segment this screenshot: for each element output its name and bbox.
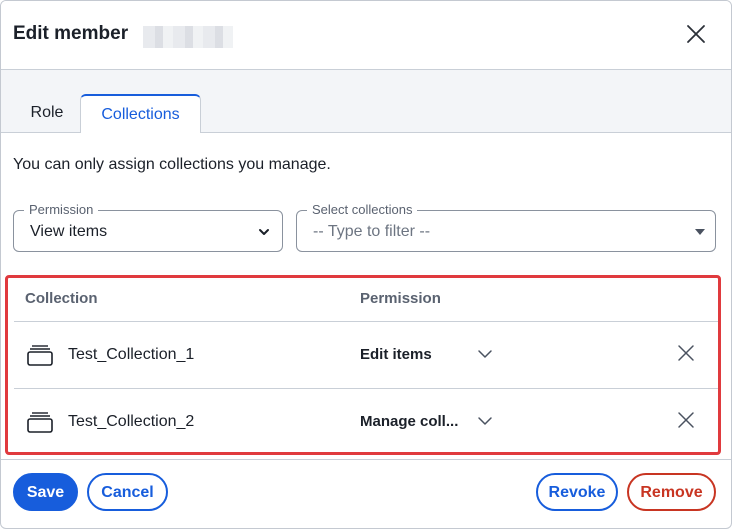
remove-collection-icon[interactable] bbox=[677, 344, 695, 362]
collection-permission[interactable]: Edit items bbox=[360, 346, 470, 363]
chevron-down-icon bbox=[259, 229, 269, 235]
revoke-button[interactable]: Revoke bbox=[536, 473, 618, 511]
remove-button[interactable]: Remove bbox=[627, 473, 716, 511]
footer-divider bbox=[1, 459, 731, 460]
caret-down-icon bbox=[695, 229, 705, 235]
tab-bar: Role Collections bbox=[1, 70, 731, 133]
dialog-header: Edit member bbox=[1, 1, 731, 70]
dialog-title: Edit member bbox=[13, 23, 129, 44]
collection-permission[interactable]: Manage coll... bbox=[360, 413, 470, 430]
select-collections-placeholder: -- Type to filter -- bbox=[313, 223, 431, 240]
column-header-collection: Collection bbox=[25, 290, 98, 307]
table-row: Test_Collection_2 Manage coll... bbox=[14, 388, 718, 455]
collection-name: Test_Collection_2 bbox=[68, 413, 195, 430]
edit-member-dialog: Edit member Role Collections You can onl… bbox=[0, 0, 732, 529]
select-collections-input[interactable]: Select collections -- Type to filter -- bbox=[296, 202, 716, 252]
chevron-down-icon[interactable] bbox=[477, 415, 493, 427]
table-row: Test_Collection_1 Edit items bbox=[14, 321, 718, 388]
save-button[interactable]: Save bbox=[13, 473, 78, 511]
chevron-down-icon[interactable] bbox=[477, 348, 493, 360]
tab-role[interactable]: Role bbox=[17, 94, 77, 132]
collection-name: Test_Collection_1 bbox=[68, 346, 195, 363]
close-icon[interactable] bbox=[685, 23, 707, 45]
collections-note: You can only assign collections you mana… bbox=[13, 156, 331, 173]
select-collections-label: Select collections bbox=[307, 202, 418, 217]
redacted-member-name bbox=[143, 26, 233, 48]
collection-icon bbox=[27, 412, 53, 433]
permission-value: View items bbox=[30, 223, 108, 240]
permission-label: Permission bbox=[24, 202, 99, 217]
tab-collections[interactable]: Collections bbox=[80, 94, 201, 133]
permission-select[interactable]: Permission View items bbox=[13, 202, 283, 252]
remove-collection-icon[interactable] bbox=[677, 411, 695, 429]
collection-icon bbox=[27, 345, 53, 366]
column-header-permission: Permission bbox=[360, 290, 441, 307]
cancel-button[interactable]: Cancel bbox=[87, 473, 168, 511]
collections-table: Collection Permission Test_Collection_1 … bbox=[5, 275, 721, 455]
